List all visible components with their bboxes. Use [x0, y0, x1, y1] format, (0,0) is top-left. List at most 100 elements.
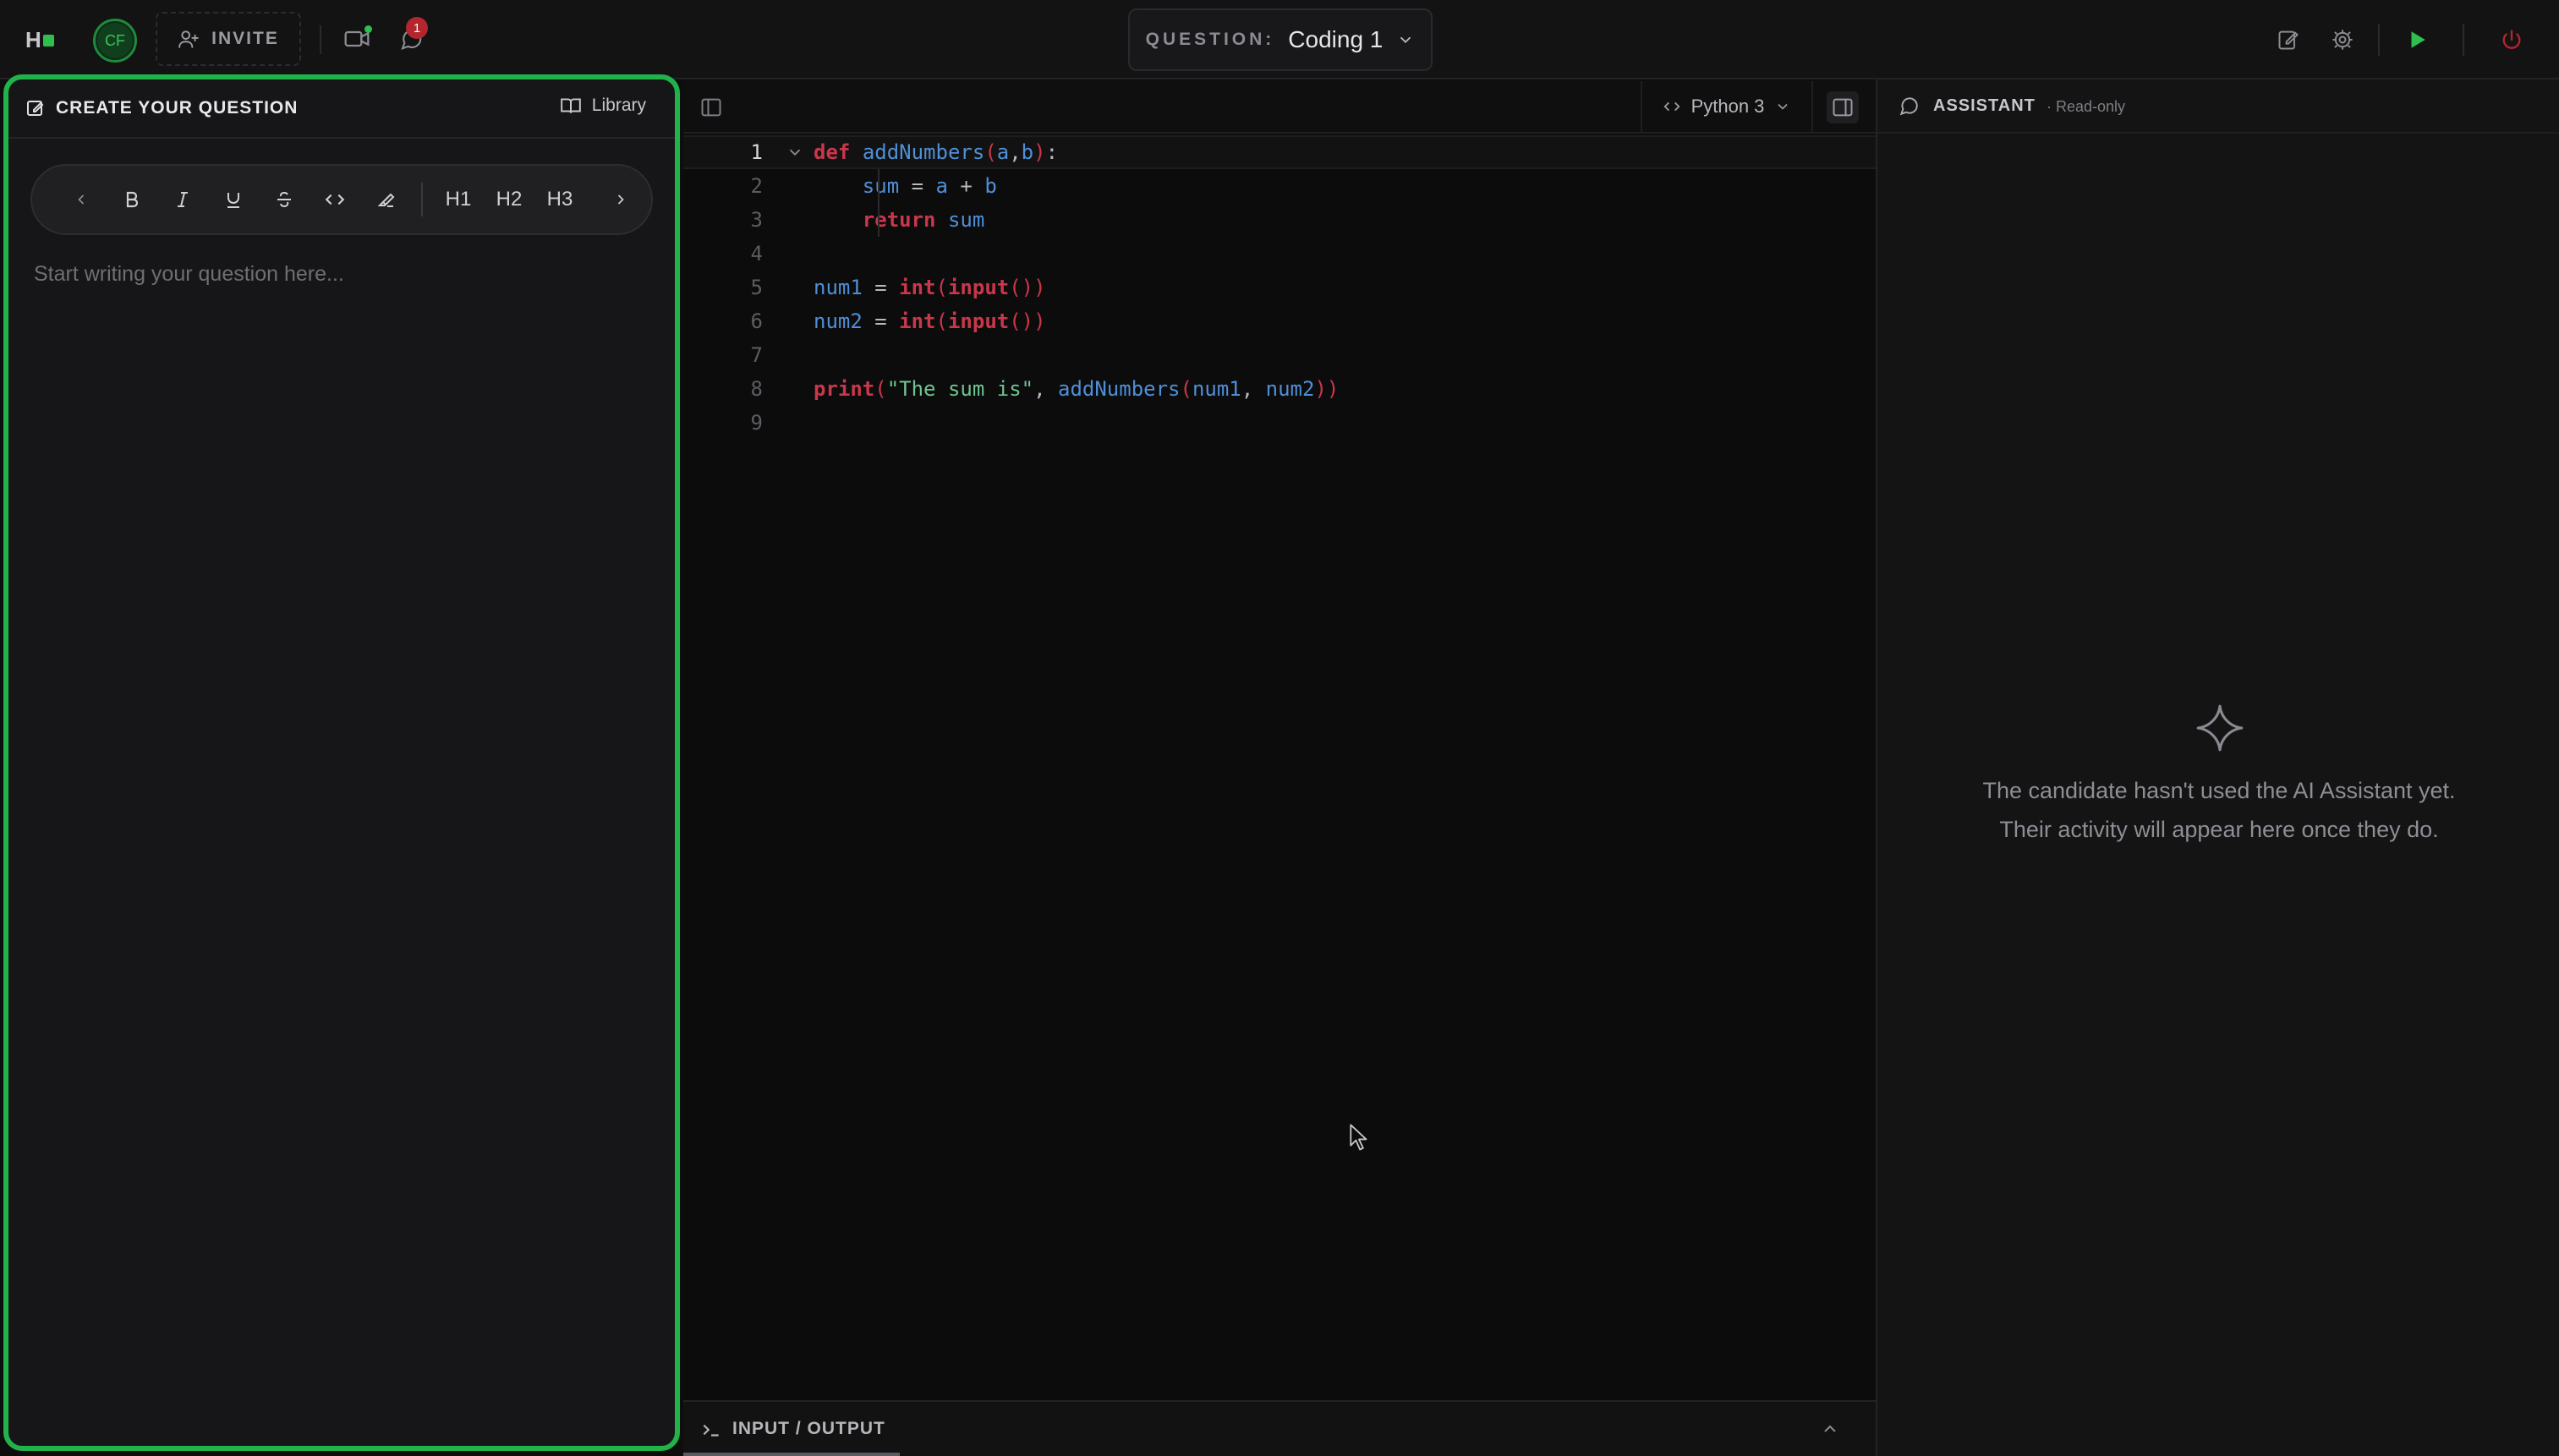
- pencil-square-icon: [25, 98, 46, 118]
- question-panel-title: CREATE YOUR QUESTION: [56, 98, 299, 118]
- heading1-label: H1: [445, 188, 472, 211]
- left-panel-toggle[interactable]: [697, 93, 726, 122]
- question-panel-header: CREATE YOUR QUESTION Library: [8, 79, 675, 139]
- highlighter-icon: [375, 189, 396, 210]
- code-text: def addNumbers(a,b):: [814, 140, 1059, 164]
- code-line[interactable]: 6 num2 = int(input()): [683, 304, 1876, 338]
- sparkle-icon: [2194, 702, 2246, 754]
- line-number: 6: [750, 309, 763, 333]
- question-editor[interactable]: Start writing your question here...: [34, 262, 344, 287]
- strikethrough-icon: [274, 189, 294, 210]
- heading3-button[interactable]: H3: [534, 174, 585, 225]
- empty-state-line: Their activity will appear here once the…: [1999, 817, 2439, 842]
- chevron-down-icon: [786, 143, 804, 161]
- question-prefix: QUESTION:: [1145, 30, 1275, 49]
- code-line[interactable]: 4: [683, 237, 1876, 271]
- fold-toggle[interactable]: [776, 143, 814, 161]
- logo-square: [42, 35, 54, 47]
- chevron-down-icon: [1396, 30, 1415, 49]
- avatar[interactable]: CF: [93, 19, 137, 63]
- divider: [320, 25, 321, 54]
- io-tab-indicator: [683, 1453, 900, 1456]
- heading2-button[interactable]: H2: [484, 174, 534, 225]
- divider: [2378, 24, 2380, 56]
- code-text: num2 = int(input()): [814, 309, 1046, 333]
- line-number: 5: [750, 276, 763, 299]
- run-button[interactable]: [2400, 23, 2434, 57]
- code-text: num1 = int(input()): [814, 276, 1046, 299]
- code-editor[interactable]: 1 def addNumbers(a,b): 2 sum = a + b 3 r…: [683, 135, 1876, 1400]
- question-panel: CREATE YOUR QUESTION Library H1 H2 H3 St…: [3, 74, 680, 1451]
- invite-button[interactable]: INVITE: [156, 12, 301, 66]
- chevron-up-icon[interactable]: [1820, 1419, 1840, 1439]
- language-label: Python 3: [1690, 96, 1765, 117]
- top-bar: H CF INVITE 1 QUESTION: Coding 1: [0, 0, 2559, 79]
- language-selector[interactable]: Python 3: [1641, 81, 1813, 132]
- power-icon: [2500, 28, 2523, 52]
- assistant-mode: · Read-only: [2047, 98, 2126, 115]
- input-output-panel[interactable]: INPUT / OUTPUT: [683, 1400, 1876, 1456]
- bold-button[interactable]: [107, 174, 157, 225]
- chevron-left-icon: [73, 191, 90, 208]
- logo-mark: H: [25, 26, 41, 52]
- bold-icon: [122, 189, 142, 210]
- code-icon: [324, 189, 346, 211]
- logo[interactable]: H: [25, 27, 54, 52]
- toolbar-scroll-right[interactable]: [595, 174, 646, 225]
- line-number: 3: [750, 208, 763, 232]
- heading1-button[interactable]: H1: [433, 174, 484, 225]
- code-line[interactable]: 5 num1 = int(input()): [683, 271, 1876, 304]
- code-icon: [1663, 97, 1681, 116]
- underline-button[interactable]: [208, 174, 259, 225]
- invite-label: INVITE: [211, 29, 279, 48]
- settings-button[interactable]: [2326, 23, 2359, 57]
- chevron-down-icon: [1774, 98, 1791, 115]
- toolbar-scroll-left[interactable]: [56, 174, 107, 225]
- code-line[interactable]: 1 def addNumbers(a,b):: [683, 135, 1876, 169]
- divider: [2463, 24, 2464, 56]
- assistant-panel: ASSISTANT · Read-only The candidate hasn…: [1876, 79, 2559, 1456]
- line-number: 8: [750, 377, 763, 401]
- underline-icon: [223, 189, 244, 210]
- chevron-right-icon: [612, 191, 629, 208]
- gear-icon: [2331, 28, 2354, 52]
- toolbar-divider: [421, 183, 423, 216]
- online-dot: [364, 25, 372, 33]
- line-number: 7: [750, 343, 763, 367]
- user-plus-icon: [178, 28, 200, 50]
- io-panel-label: INPUT / OUTPUT: [732, 1419, 885, 1438]
- line-number: 1: [750, 140, 763, 164]
- highlight-button[interactable]: [360, 174, 411, 225]
- strikethrough-button[interactable]: [259, 174, 310, 225]
- notification-badge: 1: [406, 17, 428, 39]
- edit-notes-button[interactable]: [2271, 23, 2305, 57]
- heading2-label: H2: [496, 188, 523, 211]
- indent-guide: [878, 169, 879, 237]
- library-label: Library: [591, 96, 646, 115]
- avatar-initials: CF: [105, 31, 125, 49]
- line-number: 4: [750, 242, 763, 265]
- code-line[interactable]: 2 sum = a + b: [683, 169, 1876, 203]
- italic-button[interactable]: [157, 174, 208, 225]
- question-selector[interactable]: QUESTION: Coding 1: [1128, 8, 1433, 71]
- empty-state-line: The candidate hasn't used the AI Assista…: [1982, 778, 2456, 803]
- sidebar-toggle-icon: [699, 96, 723, 119]
- code-text: return sum: [862, 208, 985, 232]
- book-icon: [560, 95, 582, 117]
- code-line[interactable]: 7: [683, 338, 1876, 372]
- question-value: Coding 1: [1288, 26, 1384, 52]
- code-line[interactable]: 8 print("The sum is", addNumbers(num1, n…: [683, 372, 1876, 406]
- code-text: print("The sum is", addNumbers(num1, num…: [814, 377, 1340, 401]
- code-line[interactable]: 3 return sum: [683, 203, 1876, 237]
- right-panel-toggle[interactable]: [1827, 91, 1859, 123]
- edit-note-icon: [2277, 28, 2300, 52]
- message-icon: [1898, 95, 1920, 117]
- play-icon: [2406, 29, 2428, 51]
- library-button[interactable]: Library: [560, 95, 646, 117]
- terminal-icon: [700, 1419, 722, 1441]
- end-session-button[interactable]: [2495, 23, 2529, 57]
- code-button[interactable]: [310, 174, 360, 225]
- heading3-label: H3: [546, 188, 573, 211]
- video-button[interactable]: [340, 22, 374, 56]
- code-line[interactable]: 9: [683, 406, 1876, 440]
